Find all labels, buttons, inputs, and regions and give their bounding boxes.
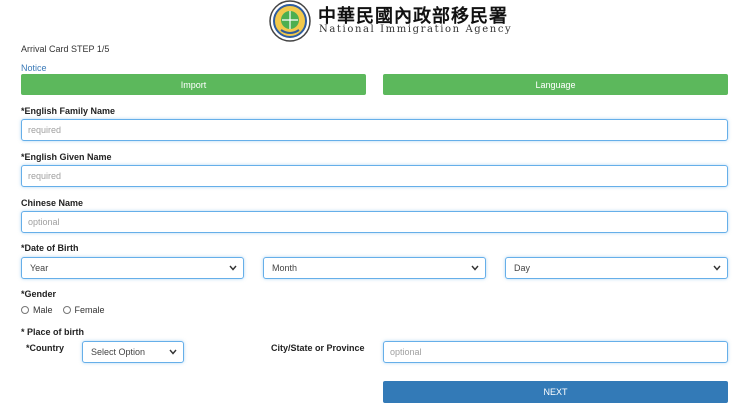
agency-logo bbox=[268, 0, 312, 42]
dob-month-value: Month bbox=[272, 263, 298, 273]
dob-year-value: Year bbox=[30, 263, 49, 273]
dob-year-select[interactable]: Year bbox=[21, 257, 244, 279]
given-name-input[interactable] bbox=[21, 165, 728, 187]
family-name-input[interactable] bbox=[21, 119, 728, 141]
dob-day-select[interactable]: Day bbox=[505, 257, 728, 279]
step-title: Arrival Card STEP 1/5 bbox=[21, 44, 110, 54]
gender-male-label[interactable]: Male bbox=[33, 305, 53, 315]
city-input[interactable] bbox=[383, 341, 728, 363]
city-label: City/State or Province bbox=[271, 343, 365, 353]
chinese-name-input[interactable] bbox=[21, 211, 728, 233]
gender-female-radio[interactable] bbox=[62, 306, 71, 314]
gender-female-label[interactable]: Female bbox=[75, 305, 105, 315]
family-name-label: *English Family Name bbox=[21, 106, 116, 116]
agency-name-english: National Immigration Agency bbox=[319, 24, 513, 35]
next-button[interactable]: NEXT bbox=[383, 381, 728, 403]
notice-link[interactable]: Notice bbox=[21, 63, 47, 73]
gender-radio-group: Male Female bbox=[21, 305, 105, 315]
gender-male-radio[interactable] bbox=[21, 306, 29, 314]
chevron-down-icon bbox=[169, 349, 177, 355]
given-name-label: *English Given Name bbox=[21, 152, 112, 162]
chevron-down-icon bbox=[713, 265, 721, 271]
place-of-birth-label: * Place of birth bbox=[21, 327, 85, 337]
dob-label: *Date of Birth bbox=[21, 243, 79, 253]
chevron-down-icon bbox=[229, 265, 237, 271]
country-value: Select Option bbox=[91, 347, 146, 357]
agency-emblem-icon bbox=[269, 0, 311, 42]
country-select[interactable]: Select Option bbox=[82, 341, 184, 363]
gender-label: *Gender bbox=[21, 289, 57, 299]
chevron-down-icon bbox=[471, 265, 479, 271]
language-button[interactable]: Language bbox=[383, 74, 728, 95]
dob-day-value: Day bbox=[514, 263, 531, 273]
chinese-name-label: Chinese Name bbox=[21, 198, 84, 208]
import-button[interactable]: Import bbox=[21, 74, 366, 95]
country-label: *Country bbox=[26, 343, 64, 353]
dob-month-select[interactable]: Month bbox=[263, 257, 486, 279]
